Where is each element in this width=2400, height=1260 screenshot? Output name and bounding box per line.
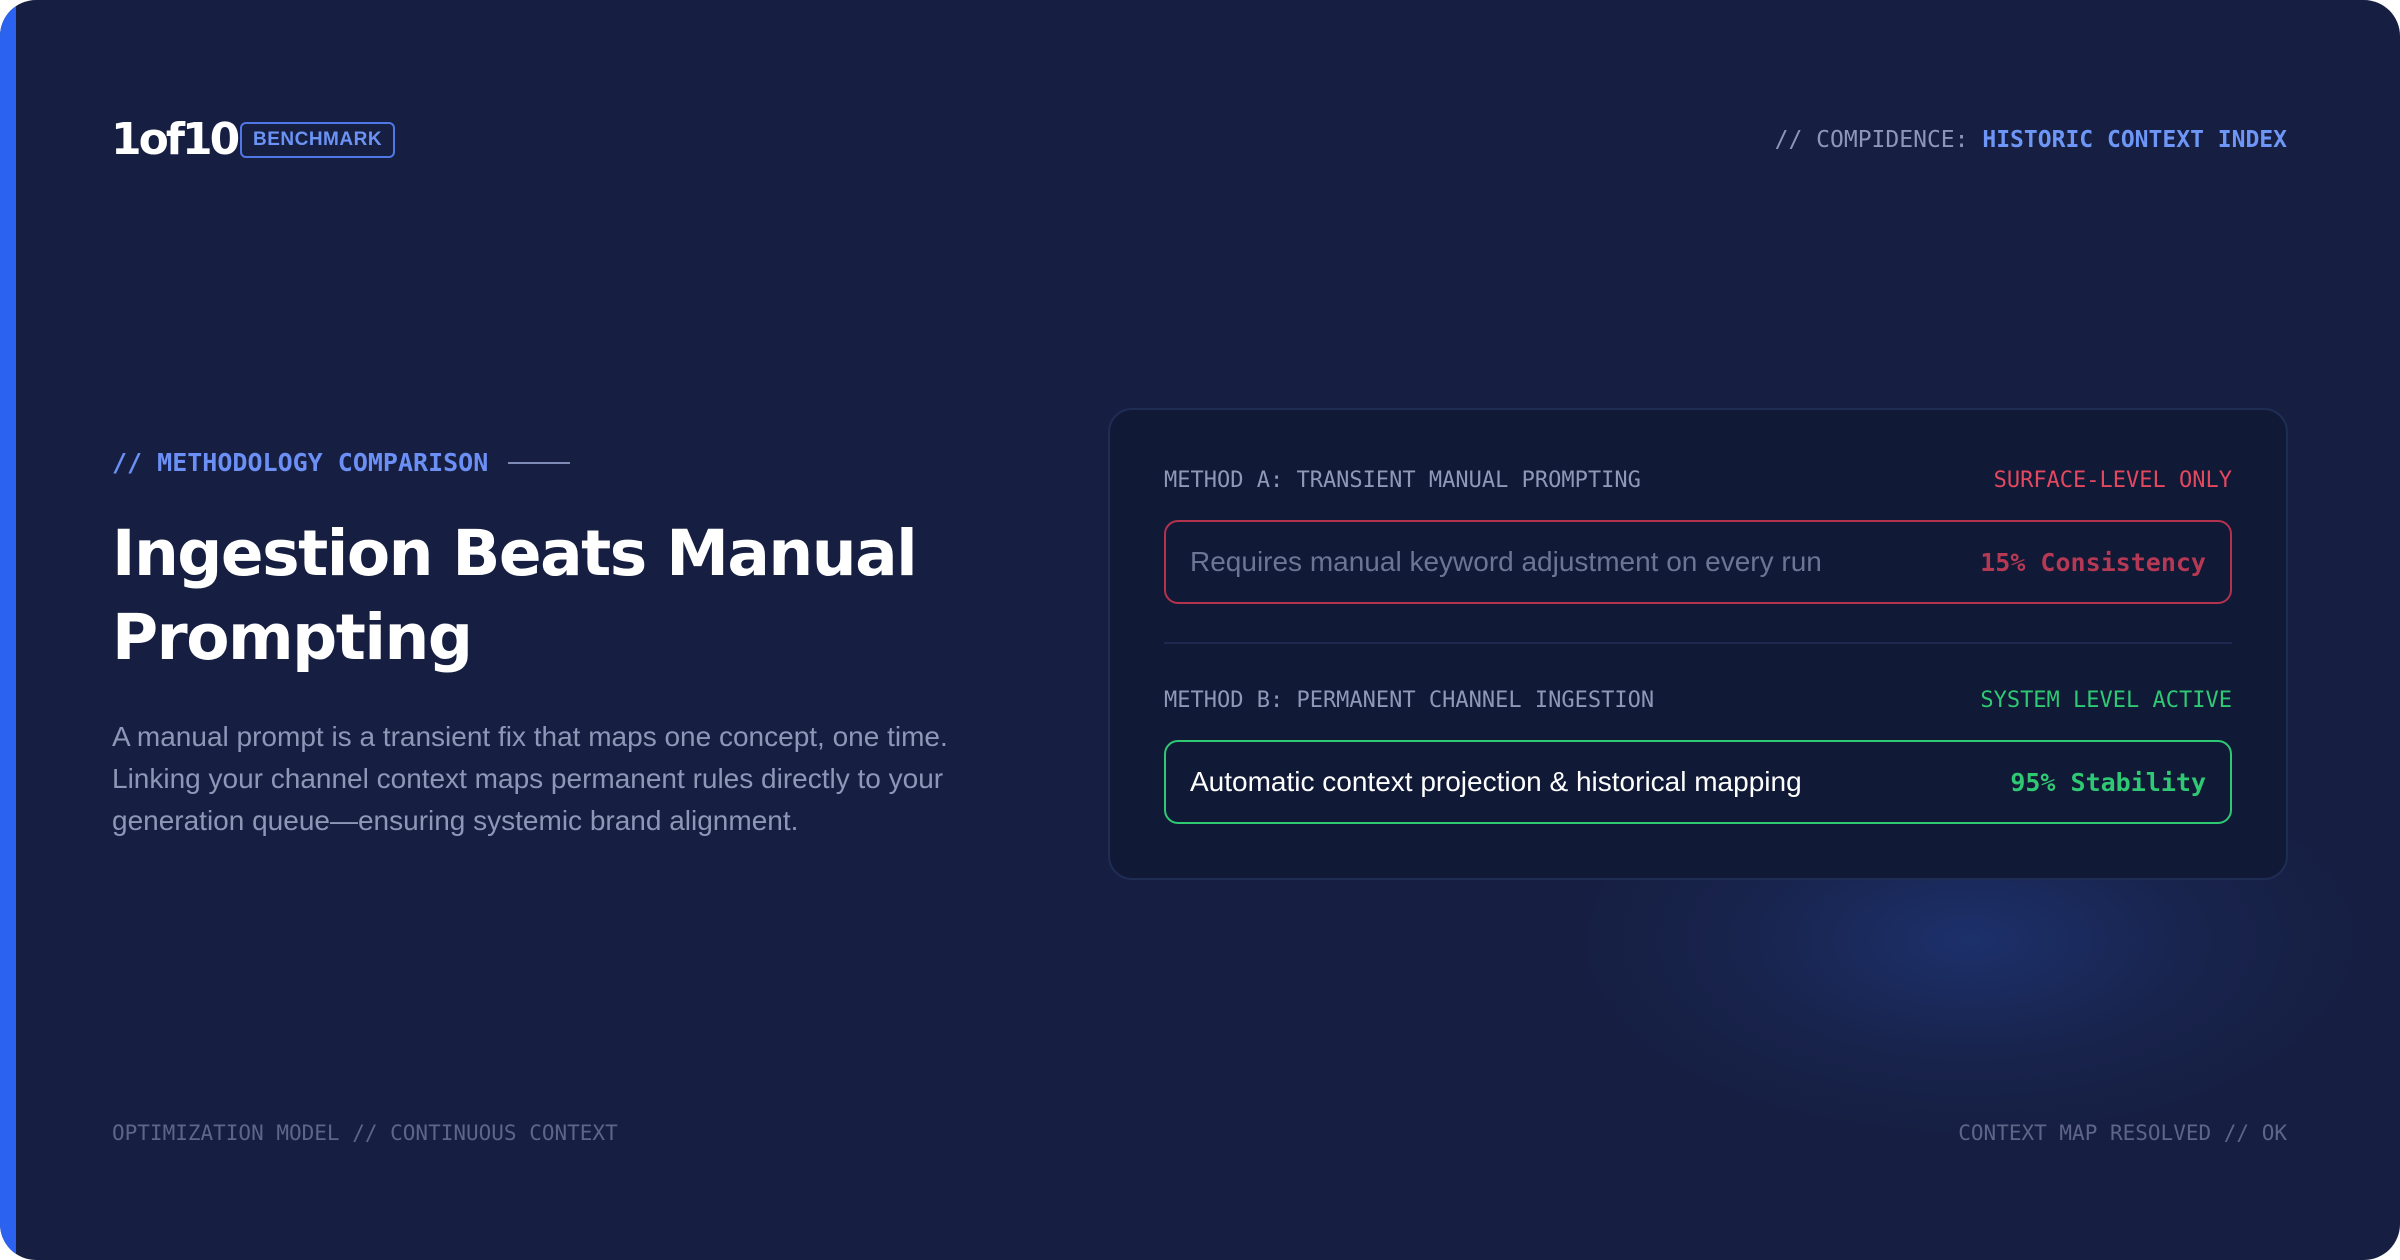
card-divider <box>1164 642 2232 644</box>
method-b-description: Automatic context projection & historica… <box>1190 766 1802 797</box>
comparison-card: METHOD A: TRANSIENT MANUAL PROMPTING SUR… <box>1108 408 2288 880</box>
method-b-header: METHOD B: PERMANENT CHANNEL INGESTION SY… <box>1164 684 2232 718</box>
footer-right-label: CONTEXT MAP RESOLVED // OK <box>1958 1121 2287 1145</box>
page-title: Ingestion Beats Manual Prompting <box>112 517 918 674</box>
method-b-status: SYSTEM LEVEL ACTIVE <box>1980 688 2232 713</box>
footer-left-label: OPTIMIZATION MODEL // CONTINUOUS CONTEXT <box>112 1121 618 1145</box>
slide: 1of10 BENCHMARK // COMPIDENCE: HISTORIC … <box>0 0 2400 1260</box>
method-a-header: METHOD A: TRANSIENT MANUAL PROMPTING SUR… <box>1164 464 2232 498</box>
method-a-box: Requires manual keyword adjustment on ev… <box>1164 520 2232 604</box>
benchmark-badge: BENCHMARK <box>240 122 396 158</box>
section-eyebrow: // METHODOLOGY COMPARISON <box>112 446 571 480</box>
method-a-description: Requires manual keyword adjustment on ev… <box>1190 546 1822 577</box>
accent-bar <box>0 0 16 1260</box>
method-b-metric: 95% Stability <box>2010 767 2206 797</box>
method-b-label: METHOD B: PERMANENT CHANNEL INGESTION <box>1164 688 1655 713</box>
header-context-label: // COMPIDENCE: HISTORIC CONTEXT INDEX <box>1775 124 2287 156</box>
header-prefix: // COMPIDENCE: <box>1774 127 1969 153</box>
method-a-status: SURFACE-LEVEL ONLY <box>1993 468 2232 493</box>
eyebrow-rule <box>508 462 571 464</box>
brand-logo: 1of10 <box>111 114 240 165</box>
eyebrow-text: // METHODOLOGY COMPARISON <box>112 448 489 477</box>
method-b-box: Automatic context projection & historica… <box>1164 740 2232 824</box>
intro-description: A manual prompt is a transient fix that … <box>112 721 948 836</box>
method-a-label: METHOD A: TRANSIENT MANUAL PROMPTING <box>1164 468 1641 493</box>
header-highlight: HISTORIC CONTEXT INDEX <box>1982 127 2287 153</box>
method-a-metric: 15% Consistency <box>1980 547 2206 577</box>
